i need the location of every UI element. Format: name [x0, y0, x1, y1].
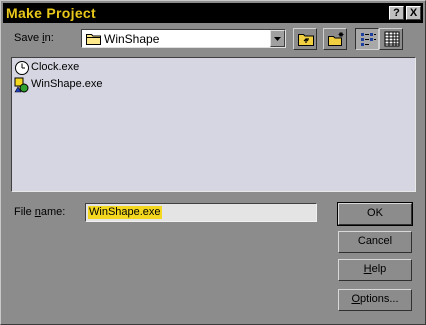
- cancel-button[interactable]: Cancel: [338, 231, 412, 253]
- file-name-input-value: WinShape.exe: [88, 206, 162, 219]
- file-name-label-prefix: File: [14, 206, 35, 218]
- file-name: WinShape.exe: [31, 78, 103, 90]
- options-button-accelerator: O: [351, 293, 361, 305]
- save-in-label-prefix: Save: [14, 32, 43, 44]
- help-button-accelerator: H: [363, 263, 372, 275]
- file-name-label-suffix: ame:: [40, 206, 66, 218]
- up-one-level-icon: [298, 34, 314, 46]
- close-button[interactable]: X: [406, 6, 421, 20]
- ok-button[interactable]: OK: [337, 202, 413, 226]
- options-button-label: ptions...: [360, 293, 399, 305]
- create-new-folder-button[interactable]: [323, 28, 347, 50]
- list-view-button[interactable]: [355, 28, 379, 50]
- list-view-icon: [361, 33, 376, 46]
- title-bar[interactable]: Make Project ? X: [3, 3, 423, 23]
- options-button[interactable]: Options...: [338, 289, 412, 311]
- file-list[interactable]: Clock.exe WinShape.exe: [11, 57, 416, 192]
- save-in-combobox[interactable]: WinShape: [81, 29, 286, 48]
- make-project-dialog: Make Project ? X Save in: WinShape Clock…: [0, 0, 426, 325]
- file-name: Clock.exe: [31, 61, 80, 73]
- details-view-button[interactable]: [379, 28, 403, 50]
- save-in-value: WinShape: [104, 32, 160, 46]
- save-in-label: Save in:: [14, 32, 54, 44]
- save-in-label-suffix: n:: [44, 32, 54, 44]
- help-button-label: elp: [371, 263, 387, 275]
- up-one-level-button[interactable]: [293, 28, 317, 50]
- shapes-app-icon: [14, 77, 30, 96]
- details-view-icon: [384, 31, 400, 47]
- dialog-title: Make Project: [6, 5, 96, 21]
- help-title-button[interactable]: ?: [389, 6, 404, 20]
- file-name-input[interactable]: WinShape.exe: [85, 203, 317, 222]
- create-new-folder-icon: [328, 32, 344, 46]
- folder-icon: [86, 33, 102, 48]
- chevron-down-icon: [274, 37, 281, 41]
- help-button[interactable]: Help: [338, 259, 412, 281]
- file-name-label: File name:: [14, 206, 65, 218]
- save-in-dropdown-button[interactable]: [270, 30, 285, 47]
